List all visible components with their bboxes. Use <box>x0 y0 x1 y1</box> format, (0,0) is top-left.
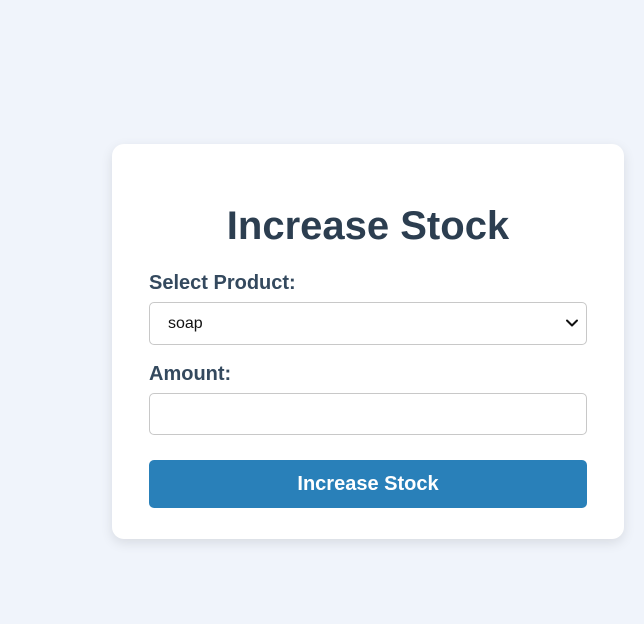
amount-input[interactable] <box>149 393 587 435</box>
product-select-value: soap <box>168 315 203 332</box>
increase-stock-button[interactable]: Increase Stock <box>149 460 587 508</box>
product-select[interactable]: soap <box>149 302 587 345</box>
page-title: Increase Stock <box>226 204 510 248</box>
amount-label: Amount: <box>149 363 232 385</box>
select-product-label: Select Product: <box>149 272 296 294</box>
chevron-down-icon <box>566 319 578 327</box>
increase-stock-card: Increase Stock Select Product: soap Amou… <box>112 144 624 539</box>
